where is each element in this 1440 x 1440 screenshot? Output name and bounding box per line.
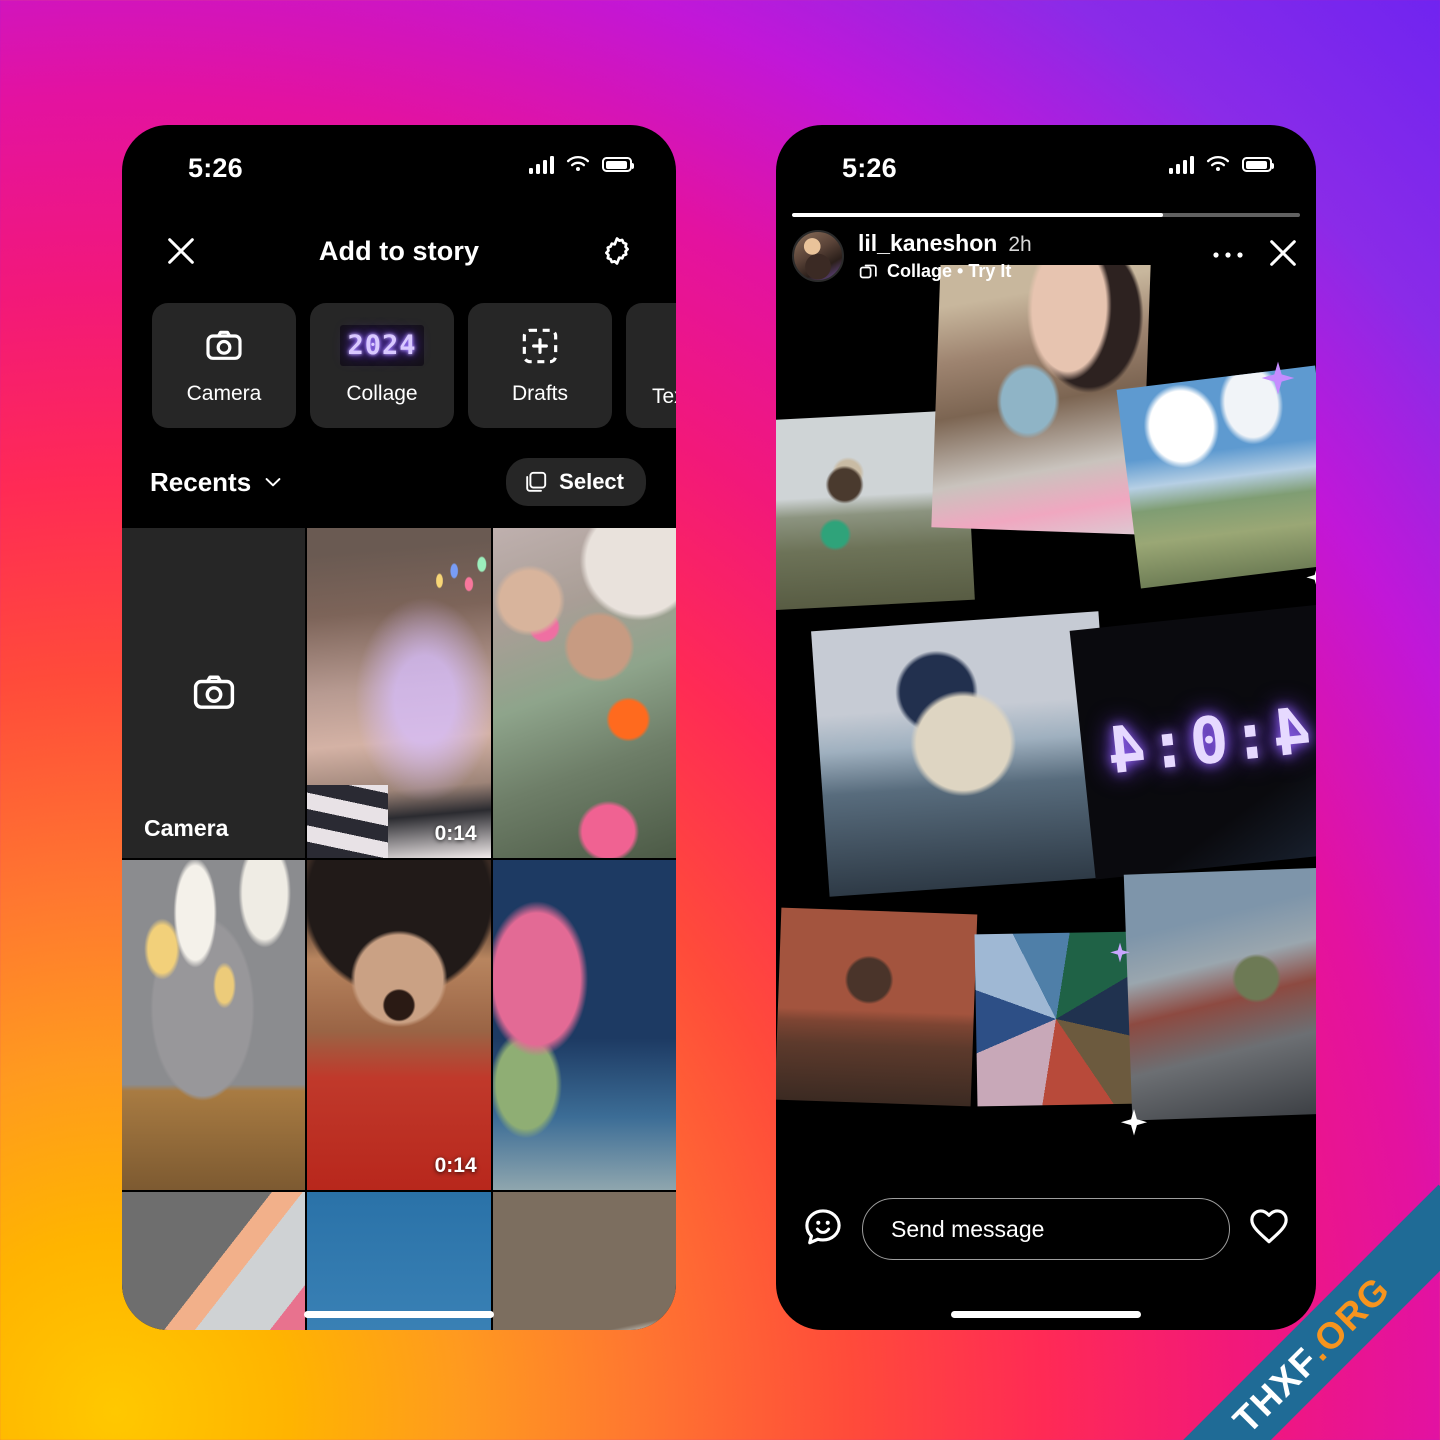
- gallery-item-1-duration: 0:14: [434, 822, 477, 845]
- collage-sticker-icon: [859, 264, 877, 279]
- photo-grid: Camera 0:14 0:14: [122, 528, 676, 1330]
- album-selector[interactable]: Recents: [150, 467, 284, 498]
- story-footer: Send message: [776, 1186, 1316, 1272]
- story-sticker-label: Collage • Try It: [887, 260, 1012, 281]
- add-frame-icon: [522, 328, 558, 363]
- tab-collage[interactable]: 2024 Collage: [310, 303, 454, 428]
- gallery-camera-tile[interactable]: Camera: [122, 528, 306, 858]
- status-icons: [528, 155, 635, 174]
- settings-gear-icon: [605, 237, 629, 265]
- gallery-item-6[interactable]: [122, 1192, 306, 1330]
- gallery-item-7[interactable]: [307, 1192, 491, 1330]
- tab-drafts-label: Drafts: [511, 381, 568, 405]
- gallery-item-4[interactable]: 0:14: [307, 860, 491, 1190]
- signal-bars-icon: [1168, 155, 1194, 174]
- status-time: 5:26: [188, 153, 243, 183]
- phone-left: 5:26 Add to story Camera 2024 Collage Dr…: [122, 125, 676, 1330]
- select-button-label: Select: [559, 469, 624, 494]
- multi-select-icon: [526, 471, 547, 492]
- like-button[interactable]: [1248, 1206, 1290, 1253]
- settings-button[interactable]: [596, 230, 638, 272]
- sparkle-icon: [1261, 361, 1295, 395]
- battery-icon: [602, 157, 635, 172]
- signal-bars-icon: [528, 155, 554, 174]
- tab-drafts[interactable]: Drafts: [468, 303, 612, 428]
- album-label: Recents: [150, 466, 252, 497]
- close-button[interactable]: [160, 230, 202, 272]
- close-icon: [168, 238, 194, 264]
- phone-right: 5:26 4:0:4 lil_kaneshon 2h Collage • Try…: [776, 125, 1316, 1330]
- chevron-down-icon: [265, 478, 281, 487]
- creation-mode-tabs: Camera 2024 Collage Drafts Text: [122, 303, 676, 428]
- avatar[interactable]: [792, 229, 844, 282]
- collage-photo-digital-clock-sign: 4:0:4: [1069, 604, 1316, 880]
- story-author-meta: lil_kaneshon 2h Collage • Try It: [858, 229, 1198, 283]
- story-progress-bar[interactable]: [792, 213, 1300, 217]
- gallery-item-5[interactable]: [492, 860, 676, 1190]
- home-indicator-right: [951, 1311, 1141, 1318]
- story-header: lil_kaneshon 2h Collage • Try It: [792, 229, 1300, 283]
- tab-text[interactable]: Text: [626, 303, 676, 428]
- battery-icon: [1242, 157, 1275, 172]
- tab-text-label: Text: [652, 384, 676, 408]
- status-time: 5:26: [842, 153, 897, 183]
- gallery-item-3[interactable]: [122, 860, 306, 1190]
- emoji-reaction-icon: [805, 1208, 841, 1244]
- wifi-icon: [1206, 156, 1230, 172]
- close-icon: [1270, 240, 1296, 267]
- story-collage-canvas[interactable]: 4:0:4: [776, 265, 1316, 1186]
- gallery-item-1[interactable]: 0:14: [307, 528, 491, 858]
- gallery-item-2[interactable]: [492, 528, 676, 858]
- story-sticker-attribution[interactable]: Collage • Try It: [858, 261, 1198, 283]
- story-username[interactable]: lil_kaneshon: [858, 229, 997, 257]
- sparkle-icon: [1306, 570, 1316, 585]
- heart-icon: [1250, 1208, 1288, 1243]
- 2024-digital-icon: 2024: [340, 325, 424, 366]
- select-button[interactable]: Select: [506, 458, 646, 506]
- gallery-camera-label: Camera: [144, 815, 229, 841]
- send-message-placeholder: Send message: [891, 1215, 1045, 1242]
- story-progress-fill: [792, 213, 1163, 217]
- more-options-icon: [1213, 252, 1243, 258]
- home-indicator-left: [304, 1311, 494, 1318]
- gallery-item-4-duration: 0:14: [434, 1154, 477, 1177]
- status-bar-right: 5:26: [776, 125, 1316, 203]
- collage-photo-dog-on-boat: [811, 611, 1117, 897]
- gallery-toolbar: Recents Select: [122, 428, 676, 528]
- story-header-actions: [1212, 236, 1300, 275]
- more-options-button[interactable]: [1212, 247, 1244, 265]
- status-icons: [1168, 155, 1275, 174]
- camera-icon: [206, 330, 242, 360]
- story-timestamp: 2h: [1008, 233, 1032, 256]
- emoji-reaction-button[interactable]: [802, 1206, 844, 1253]
- collage-photo-cyclist-bridge: [1123, 867, 1316, 1121]
- page-title: Add to story: [318, 235, 480, 266]
- tab-collage-label: Collage: [346, 382, 418, 405]
- nav-bar: Add to story: [122, 203, 676, 299]
- send-message-input[interactable]: Send message: [862, 1198, 1230, 1260]
- tab-camera[interactable]: Camera: [152, 303, 296, 428]
- status-bar-left: 5:26: [122, 125, 676, 203]
- wifi-icon: [566, 156, 590, 172]
- story-close-button[interactable]: [1266, 236, 1300, 275]
- camera-icon: [193, 675, 234, 709]
- tab-camera-label: Camera: [186, 381, 262, 405]
- sparkle-icon: [1120, 1109, 1148, 1136]
- sparkle-icon: [1110, 942, 1130, 963]
- collage-photo-person-at-table-brick-wall: [776, 907, 978, 1107]
- gallery-item-8[interactable]: [492, 1192, 676, 1330]
